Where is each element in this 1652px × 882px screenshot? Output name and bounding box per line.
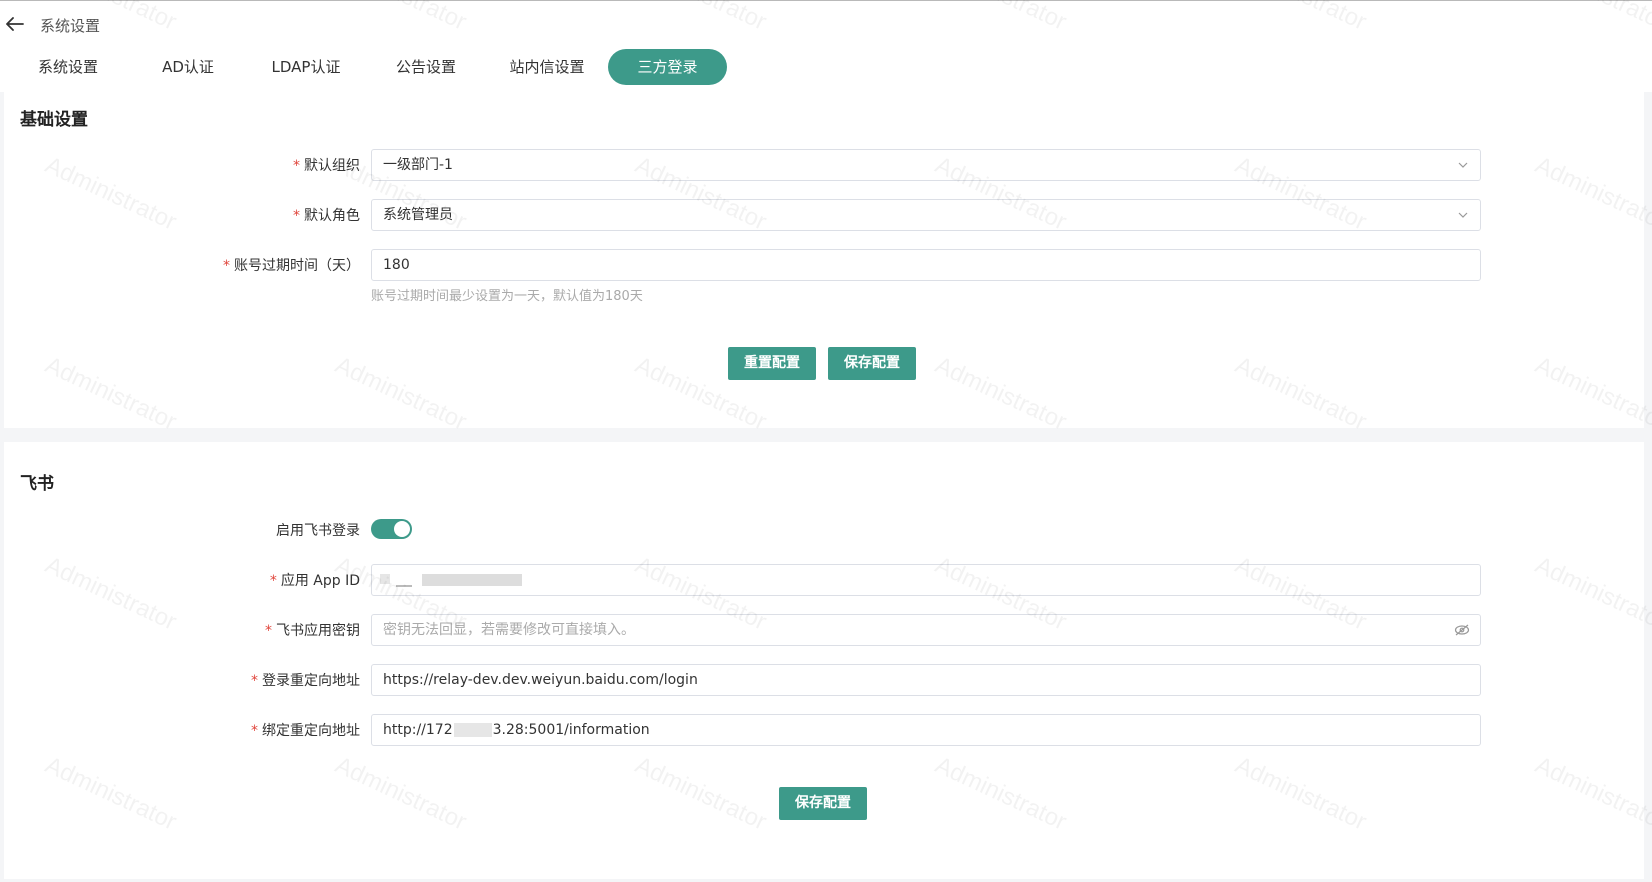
expiry-value: 180 [383,257,410,273]
tab-ldap-auth[interactable]: LDAP认证 [258,49,354,85]
app-secret-label-text: 飞书应用密钥 [276,623,360,639]
page-title: 系统设置 [40,17,101,35]
app-id-label: * 应用 App ID [4,570,360,590]
default-role-label: * 默认角色 [4,205,360,225]
default-role-select[interactable]: 系统管理员 [371,199,1481,231]
reset-config-button[interactable]: 重置配置 [728,347,816,380]
login-redirect-input[interactable]: https://relay-dev.dev.weiyun.baidu.com/l… [371,664,1481,696]
app-id-label-text: 应用 App ID [280,573,360,589]
expiry-hint: 账号过期时间最少设置为一天，默认值为180天 [371,289,643,304]
app-id-input[interactable] [371,564,1481,596]
basic-settings-card: 基础设置 * 默认组织 一级部门-1 * 默认角色 系统管理员 * 账号过期时间（天）… [4,92,1644,428]
default-org-select[interactable]: 一级部门-1 [371,149,1481,181]
section-title-feishu: 飞书 [20,474,54,494]
toggle-knob [394,521,410,537]
expiry-label-text: 账号过期时间（天） [234,258,360,274]
expiry-label: * 账号过期时间（天） [4,255,360,275]
tab-third-party-login[interactable]: 三方登录 [608,49,727,85]
tab-ad-auth[interactable]: AD认证 [140,49,236,85]
default-role-label-text: 默认角色 [304,208,360,224]
app-secret-input[interactable]: 密钥无法回显，若需要修改可直接填入。 [371,614,1481,646]
bind-redirect-input[interactable]: http://172 3.28:5001/information [371,714,1481,746]
required-mark: * [251,723,258,739]
app-secret-placeholder: 密钥无法回显，若需要修改可直接填入。 [383,622,635,638]
login-redirect-label-text: 登录重定向地址 [262,673,360,689]
redacted-block [396,585,412,587]
default-org-label-text: 默认组织 [304,158,360,174]
login-redirect-label: * 登录重定向地址 [4,670,360,690]
bind-redirect-label-text: 绑定重定向地址 [262,723,360,739]
tab-system-settings[interactable]: 系统设置 [20,49,116,85]
required-mark: * [223,258,230,274]
app-secret-label: * 飞书应用密钥 [4,620,360,640]
default-org-label: * 默认组织 [4,155,360,175]
bind-redirect-value-suffix: 3.28:5001/information [492,722,650,738]
save-config-button[interactable]: 保存配置 [828,347,916,380]
default-org-value: 一级部门-1 [383,157,453,173]
section-title-basic: 基础设置 [20,110,88,130]
required-mark: * [293,208,300,224]
redacted-block [380,574,390,584]
feishu-settings-card: 飞书 启用飞书登录 * 应用 App ID * 飞书应用密钥 密钥无法回显，若需要修… [4,442,1644,879]
tab-message-settings[interactable]: 站内信设置 [494,49,600,85]
redacted-block [422,574,522,586]
chevron-down-icon [1458,212,1468,218]
bind-redirect-value-prefix: http://172 [383,722,453,738]
tab-announcement[interactable]: 公告设置 [378,49,474,85]
tab-bar: 系统设置 AD认证 LDAP认证 公告设置 站内信设置 三方登录 [0,48,1652,92]
top-bar: 系统设置 [0,0,1652,48]
required-mark: * [269,573,277,589]
required-mark: * [293,158,300,174]
default-role-value: 系统管理员 [383,207,453,223]
required-mark: * [265,623,272,639]
feishu-save-config-button[interactable]: 保存配置 [779,787,867,820]
enable-feishu-label: 启用飞书登录 [276,523,360,539]
expiry-input[interactable]: 180 [371,249,1481,281]
login-redirect-value: https://relay-dev.dev.weiyun.baidu.com/l… [383,672,698,688]
enable-feishu-toggle[interactable] [371,519,412,539]
chevron-down-icon [1458,162,1468,168]
required-mark: * [251,673,258,689]
eye-off-icon[interactable] [1454,623,1470,637]
redacted-block [453,723,492,737]
arrow-left-icon[interactable] [4,13,26,35]
bind-redirect-label: * 绑定重定向地址 [4,720,360,740]
